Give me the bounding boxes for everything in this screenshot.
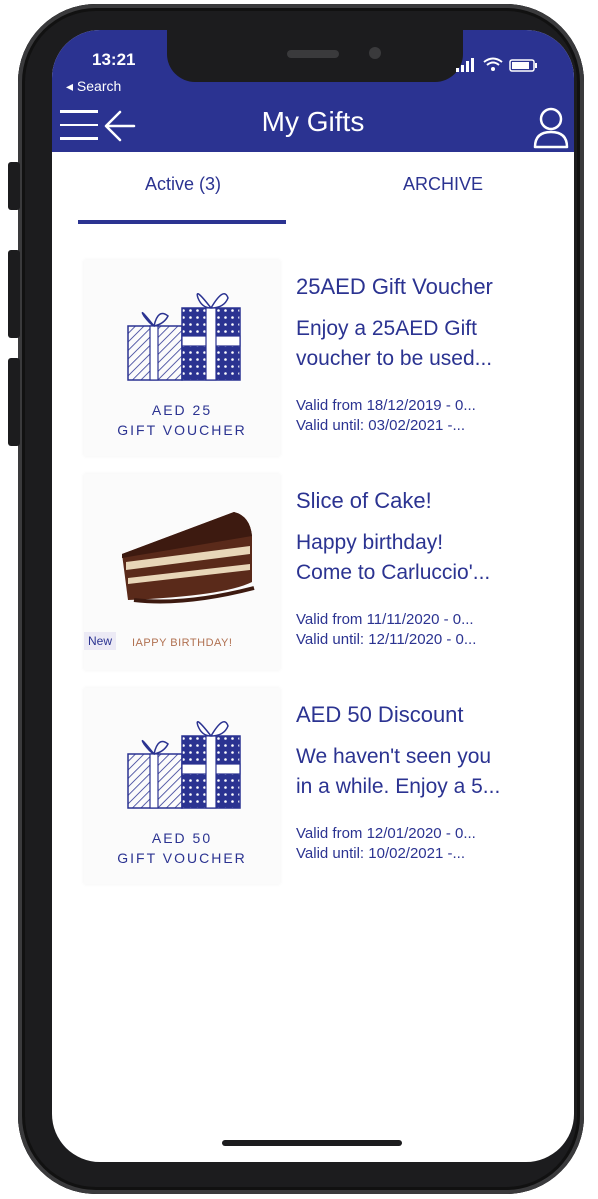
volume-up-button <box>8 250 20 338</box>
gift-title: Slice of Cake! <box>296 488 432 513</box>
mute-switch <box>8 162 20 210</box>
back-to-search-link[interactable]: ◂ Search <box>66 78 121 95</box>
tab-bar: Active (3) ARCHIVE <box>52 152 574 228</box>
gift-description-line2: in a while. Enjoy a 5... <box>296 775 501 798</box>
screen: 13:21 ◂ Search My Gifts Active (3) ARCHI… <box>52 30 574 1162</box>
gift-validity: Valid from 18/12/2019 - 0... Valid until… <box>296 396 476 436</box>
gift-description: We haven't seen you in a while. Enjoy a … <box>296 742 500 802</box>
profile-icon[interactable] <box>532 106 570 155</box>
gift-validity: Valid from 12/01/2020 - 0... Valid until… <box>296 824 476 864</box>
notch <box>167 30 463 82</box>
gift-caption-line1: AED 25 <box>151 402 213 418</box>
gift-description-line2: voucher to be used... <box>296 347 493 370</box>
gift-title: AED 50 Discount <box>296 702 464 727</box>
new-badge: New <box>84 632 117 650</box>
gift-thumbnail: AED 25 GIFT VOUCHER <box>84 260 280 456</box>
gift-valid-from: Valid from 18/12/2019 - 0... <box>296 397 476 414</box>
status-time: 13:21 <box>92 50 136 69</box>
tab-active[interactable]: Active (3) <box>78 174 288 195</box>
gift-caption: AED 50 GIFT VOUCHER <box>84 828 280 868</box>
gift-description: Enjoy a 25AED Gift voucher to be used... <box>296 314 492 374</box>
gift-thumbnail: New IAPPY BIRTHDAY! <box>84 474 280 670</box>
tab-active-indicator <box>78 220 286 224</box>
gift-valid-from: Valid from 12/01/2020 - 0... <box>296 825 476 842</box>
gift-boxes-icon <box>124 714 244 814</box>
gift-valid-until: Valid until: 03/02/2021 -... <box>296 417 465 434</box>
gift-caption-line2: GIFT VOUCHER <box>117 422 247 438</box>
gift-description-line1: We haven't seen you <box>296 745 492 768</box>
gift-description-line1: Enjoy a 25AED Gift <box>296 317 477 340</box>
battery-icon <box>509 59 537 72</box>
signal-icon <box>456 58 474 72</box>
gift-caption: IAPPY BIRTHDAY! <box>132 637 233 649</box>
gift-thumbnail: AED 50 GIFT VOUCHER <box>84 688 280 884</box>
gift-caption-line1: AED 50 <box>151 830 213 846</box>
speaker-grille <box>287 50 339 58</box>
gift-valid-until: Valid until: 12/11/2020 - 0... <box>296 631 477 648</box>
gift-description-line2: Come to Carluccio'... <box>296 561 491 584</box>
gift-valid-until: Valid until: 10/02/2021 -... <box>296 845 465 862</box>
front-camera <box>369 47 381 59</box>
tab-archive[interactable]: ARCHIVE <box>366 174 520 195</box>
signal-wifi-battery-icons <box>456 57 537 72</box>
gift-title: 25AED Gift Voucher <box>296 274 493 299</box>
volume-down-button <box>8 358 20 446</box>
gift-caption-line2: GIFT VOUCHER <box>117 850 247 866</box>
app-header: 13:21 ◂ Search My Gifts <box>52 30 574 152</box>
gift-card-25aed[interactable]: AED 25 GIFT VOUCHER 25AED Gift Voucher E… <box>84 260 554 456</box>
gift-description-line1: Happy birthday! <box>296 531 444 554</box>
gift-card-aed-50-discount[interactable]: AED 50 GIFT VOUCHER AED 50 Discount We h… <box>84 688 554 884</box>
page-title: My Gifts <box>261 106 365 137</box>
gift-boxes-icon <box>124 286 244 386</box>
gift-valid-from: Valid from 11/11/2020 - 0... <box>296 611 474 628</box>
gift-validity: Valid from 11/11/2020 - 0... Valid until… <box>296 610 476 650</box>
status-icons <box>456 56 548 79</box>
gift-caption: AED 25 GIFT VOUCHER <box>84 400 280 440</box>
gift-card-slice-of-cake[interactable]: New IAPPY BIRTHDAY! Slice of Cake! Happy… <box>84 474 554 670</box>
home-indicator[interactable] <box>222 1140 402 1146</box>
wifi-icon <box>483 57 503 66</box>
gift-description: Happy birthday! Come to Carluccio'... <box>296 528 490 588</box>
cake-slice-icon <box>114 496 260 611</box>
